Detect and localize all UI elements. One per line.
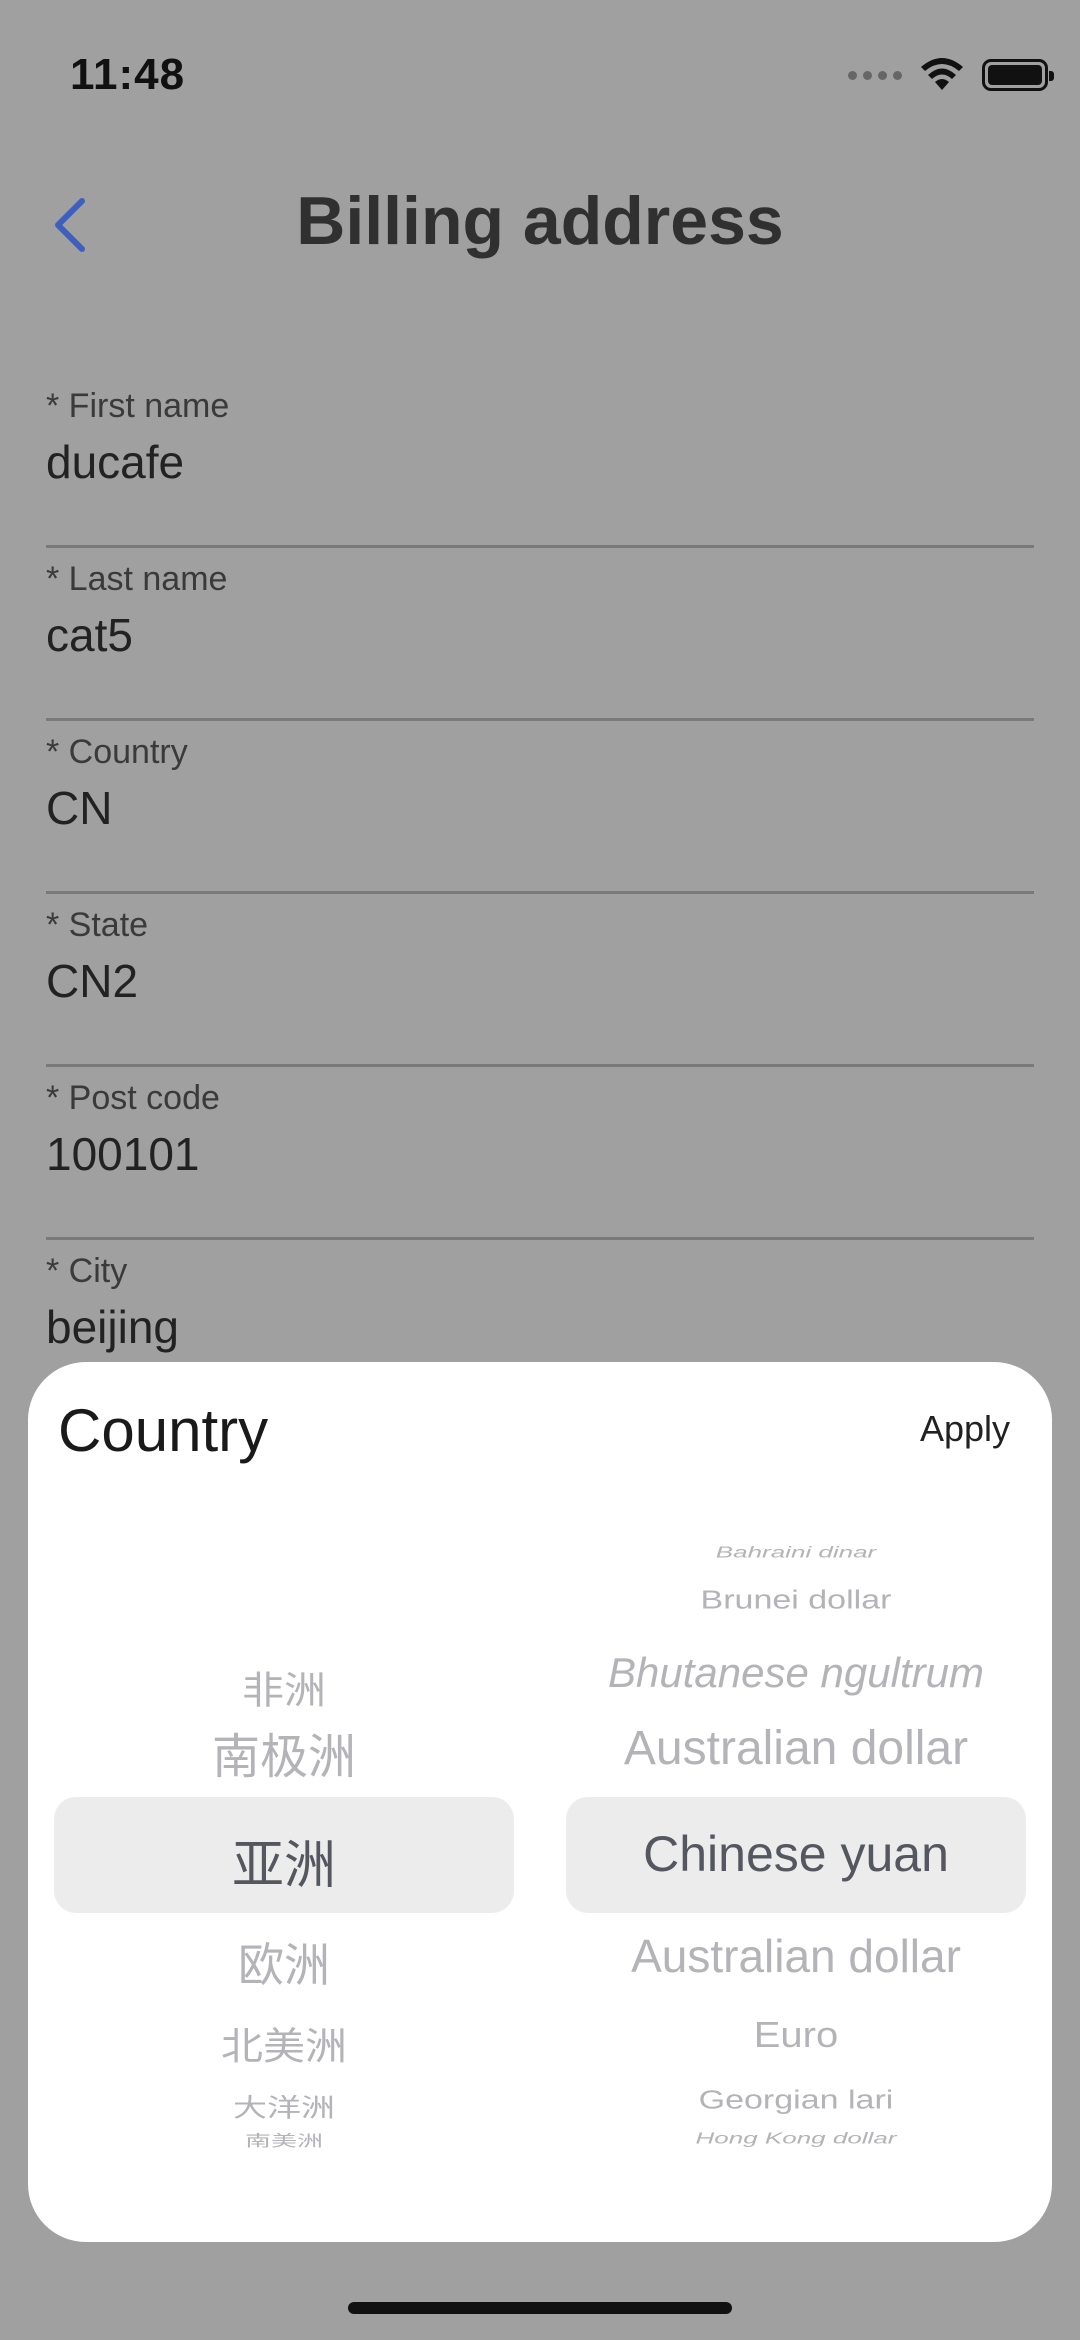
picker-option[interactable]: 南极洲 — [54, 1717, 514, 1787]
sheet-title: Country — [58, 1397, 269, 1464]
field-value[interactable]: beijing — [46, 1300, 179, 1354]
first-name-field[interactable]: * First name ducafe — [46, 375, 1034, 548]
field-label: * Last name — [46, 560, 228, 598]
cellular-signal-icon — [848, 70, 902, 80]
apply-button[interactable]: Apply — [920, 1408, 1010, 1450]
field-label: * Post code — [46, 1079, 220, 1117]
picker-option[interactable]: Australian dollar — [566, 1721, 1026, 1776]
country-picker-sheet: Country Apply 非洲 南极洲 亚洲 欧洲 北美洲 大洋洲 南美洲 B… — [28, 1362, 1052, 2242]
continent-picker[interactable]: 非洲 南极洲 亚洲 欧洲 北美洲 大洋洲 南美洲 — [54, 1537, 514, 2157]
field-label: * First name — [46, 387, 230, 425]
field-value[interactable]: ducafe — [46, 435, 184, 489]
home-indicator[interactable] — [348, 2302, 732, 2314]
field-value[interactable]: CN — [46, 781, 112, 835]
last-name-field[interactable]: * Last name cat5 — [46, 548, 1034, 721]
picker-option[interactable]: Hong Kong dollar — [566, 2129, 1026, 2148]
picker-option[interactable]: Bahraini dinar — [566, 1543, 1026, 1562]
field-label: * City — [46, 1252, 128, 1290]
country-field[interactable]: * Country CN — [46, 721, 1034, 894]
currency-picker[interactable]: Bahraini dinar Brunei dollar Bhutanese n… — [566, 1537, 1026, 2157]
field-label: * State — [46, 906, 149, 944]
post-code-field[interactable]: * Post code 100101 — [46, 1067, 1034, 1240]
billing-form: * First name ducafe * Last name cat5 * C… — [46, 375, 1034, 1413]
picker-option-selected[interactable]: Chinese yuan — [566, 1825, 1026, 1883]
picker-option-selected[interactable]: 亚洲 — [54, 1823, 514, 1898]
picker-option[interactable]: 大洋洲 — [54, 2087, 514, 2124]
page-title: Billing address — [296, 183, 784, 259]
field-value[interactable]: CN2 — [46, 954, 138, 1008]
state-field[interactable]: * State CN2 — [46, 894, 1034, 1067]
field-value[interactable]: 100101 — [46, 1127, 200, 1181]
status-icons — [848, 58, 1054, 92]
picker-option[interactable]: 非洲 — [54, 1660, 514, 1715]
picker-option[interactable]: 欧洲 — [54, 1929, 514, 1995]
field-value[interactable]: cat5 — [46, 608, 133, 662]
picker-option[interactable]: Euro — [566, 2015, 1026, 2056]
picker-option[interactable]: Brunei dollar — [566, 1586, 1026, 1615]
picker-option[interactable]: Australian dollar — [566, 1929, 1026, 1983]
field-label: * Country — [46, 733, 188, 771]
status-time: 11:48 — [70, 50, 186, 99]
picker-option[interactable]: 北美洲 — [54, 2016, 514, 2071]
picker-option[interactable]: Georgian lari — [566, 2086, 1026, 2115]
battery-icon — [982, 59, 1054, 91]
picker-option[interactable]: 南美洲 — [54, 2128, 514, 2150]
status-bar: 11:48 — [0, 0, 1080, 130]
wifi-icon — [921, 58, 963, 90]
picker-option[interactable]: Bhutanese ngultrum — [566, 1649, 1026, 1697]
